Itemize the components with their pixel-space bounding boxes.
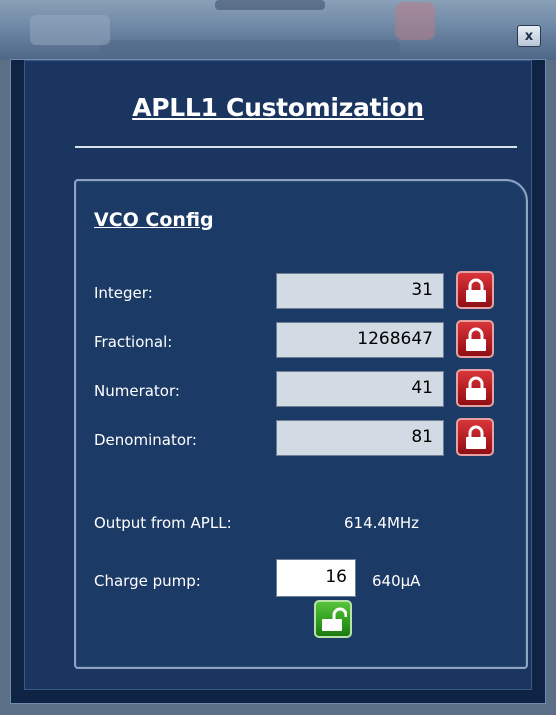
lock-icon <box>466 327 486 351</box>
fractional-label: Fractional: <box>94 333 173 351</box>
lock-icon <box>466 278 486 302</box>
output-value: 614.4MHz <box>344 514 420 532</box>
vco-config-panel: VCO Config Integer: 31 Fractional: 12686… <box>74 179 528 669</box>
background-blur <box>30 15 110 45</box>
unlock-icon <box>322 607 347 631</box>
fractional-field[interactable]: 1268647 <box>276 322 444 358</box>
close-icon: x <box>524 28 534 44</box>
integer-field[interactable]: 31 <box>276 273 444 309</box>
background-window <box>0 0 556 60</box>
background-blur <box>215 0 325 10</box>
background-blur <box>100 40 400 54</box>
integer-lock-button[interactable] <box>456 271 494 309</box>
dialog-content: APLL1 Customization VCO Config Integer: … <box>24 60 532 690</box>
denominator-lock-button[interactable] <box>456 418 494 456</box>
background-blur <box>395 2 435 40</box>
numerator-field[interactable]: 41 <box>276 371 444 407</box>
dialog-title: APLL1 Customization <box>132 93 424 122</box>
lock-icon <box>466 376 486 400</box>
title-divider <box>75 146 517 148</box>
charge-pump-current: 640µA <box>372 572 421 590</box>
charge-pump-field[interactable]: 16 <box>276 559 356 597</box>
denominator-field[interactable]: 81 <box>276 420 444 456</box>
fractional-lock-button[interactable] <box>456 320 494 358</box>
close-button[interactable]: x <box>517 25 541 47</box>
integer-label: Integer: <box>94 284 153 302</box>
lock-icon <box>466 425 486 449</box>
charge-pump-label: Charge pump: <box>94 572 201 590</box>
output-label: Output from APLL: <box>94 514 232 532</box>
section-title: VCO Config <box>94 209 214 231</box>
numerator-label: Numerator: <box>94 382 180 400</box>
apll-dialog: APLL1 Customization VCO Config Integer: … <box>10 59 546 704</box>
charge-pump-lock-button[interactable] <box>314 600 352 638</box>
denominator-label: Denominator: <box>94 431 197 449</box>
numerator-lock-button[interactable] <box>456 369 494 407</box>
